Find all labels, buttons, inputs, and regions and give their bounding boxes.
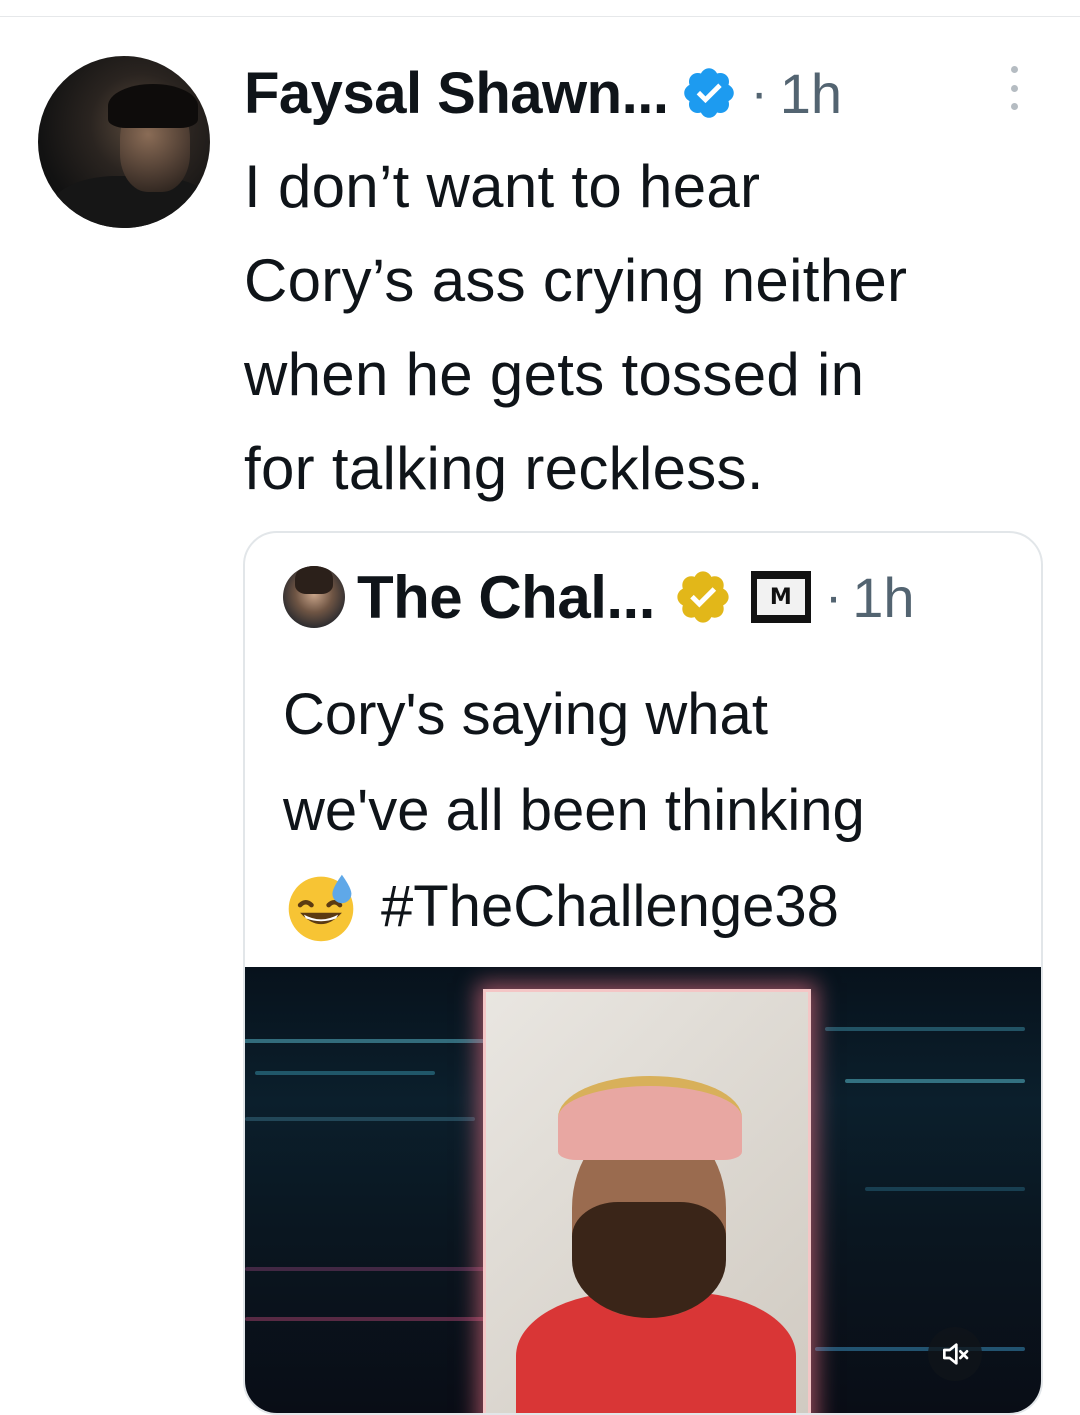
gold-verified-badge-icon	[677, 571, 729, 623]
mute-button[interactable]	[928, 1327, 982, 1381]
quoted-text-line: we've all been thinking	[283, 778, 865, 843]
top-divider	[0, 16, 1080, 17]
tweet-text-line: I don’t want to hear	[244, 153, 761, 220]
author-avatar[interactable]	[38, 56, 210, 228]
tweet-text-line: Cory’s ass crying neither	[244, 247, 908, 314]
more-options-icon[interactable]	[1004, 66, 1024, 110]
speaker-muted-icon	[943, 1343, 969, 1365]
tweet-header: Faysal Shawn... · 1h	[244, 58, 842, 128]
hashtag-link[interactable]: #TheChallenge38	[381, 859, 839, 955]
video-frame	[483, 989, 811, 1413]
grinning-face-with-sweat-icon	[288, 874, 354, 942]
quoted-tweet-header: The Chal... M · 1h	[283, 561, 915, 633]
author-name[interactable]: Faysal Shawn...	[244, 60, 669, 127]
tweet-text: I don’t want to hear Cory’s ass crying n…	[244, 140, 1044, 516]
tweet-time[interactable]: 1h	[780, 61, 842, 126]
verified-badge-icon	[684, 68, 735, 118]
separator-dot: ·	[750, 64, 768, 122]
quoted-author-avatar[interactable]	[283, 566, 345, 628]
quoted-tweet-card[interactable]: The Chal... M · 1h Cory's saying what we…	[243, 531, 1043, 1415]
mtv-logo-icon: M	[750, 571, 811, 623]
quoted-author-name[interactable]: The Chal...	[357, 563, 655, 632]
quoted-tweet-text: Cory's saying what we've all been thinki…	[283, 667, 1023, 955]
quoted-separator-dot: ·	[824, 568, 843, 626]
quoted-video[interactable]	[245, 967, 1041, 1413]
tweet-text-line: when he gets tossed in	[244, 341, 865, 408]
tweet-text-line: for talking reckless.	[244, 435, 764, 502]
quoted-text-line: Cory's saying what	[283, 682, 768, 747]
quoted-tweet-time[interactable]: 1h	[852, 565, 914, 630]
quoted-text-line-emoji: #TheChallenge38	[283, 859, 1023, 955]
